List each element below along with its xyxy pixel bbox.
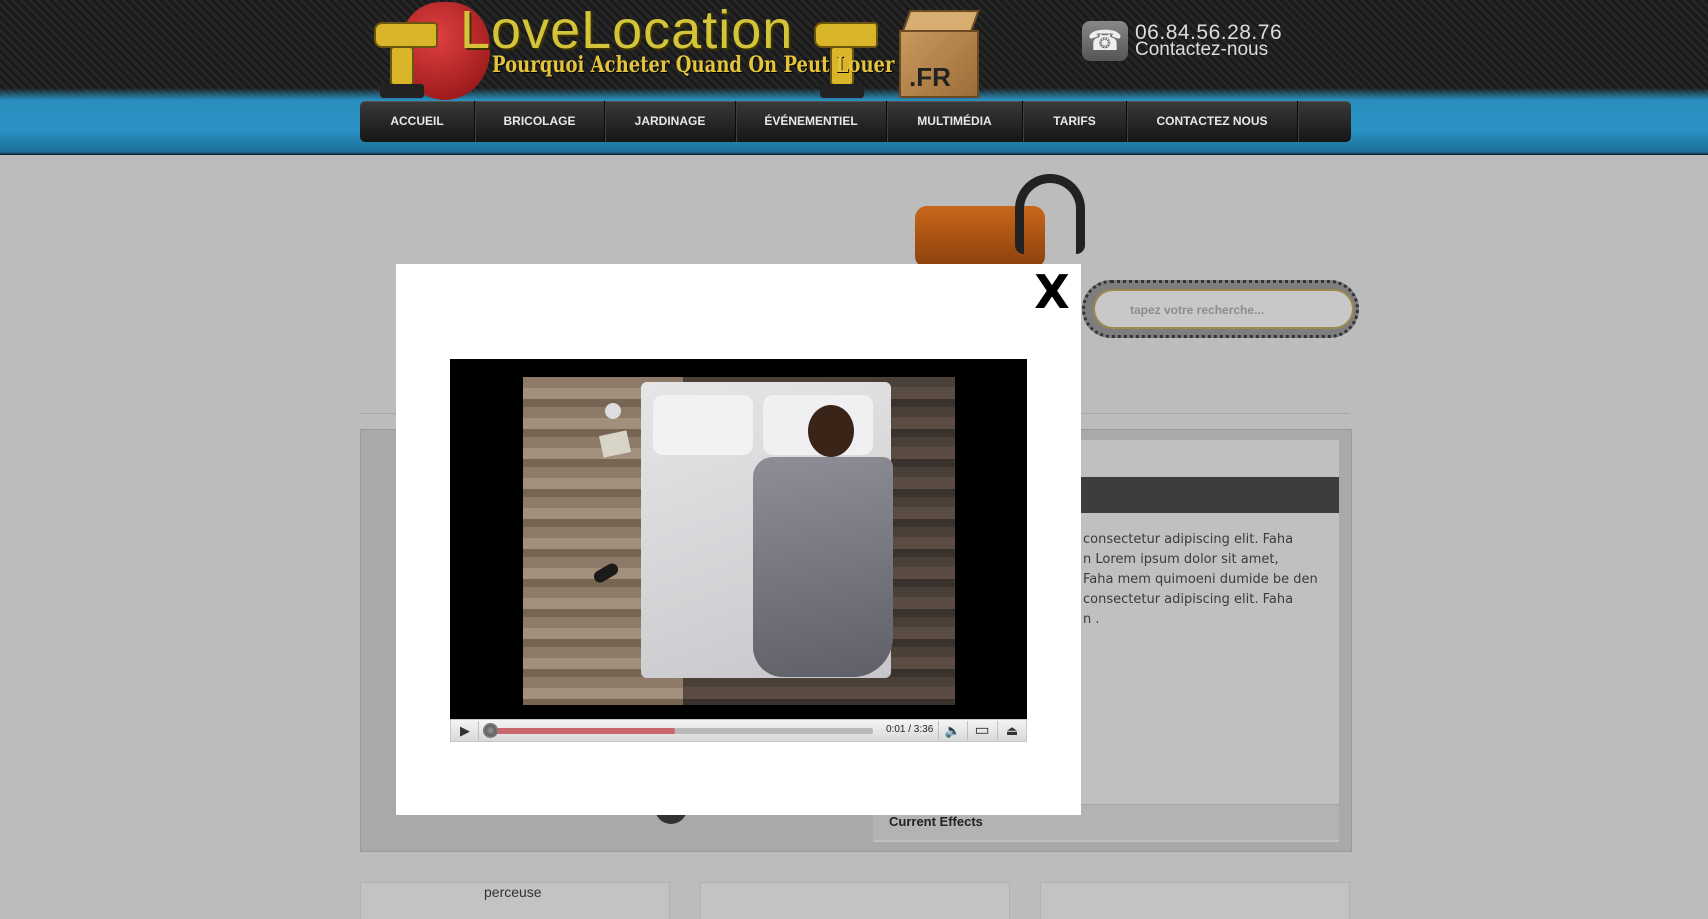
nav-item-bricolage[interactable]: BRICOLAGE [475,101,605,142]
nav-item-contactez-nous[interactable]: CONTACTEZ NOUS [1127,101,1298,142]
video-frame [523,377,955,705]
text-line: n . [1083,612,1100,627]
text-line: consectetur adipiscing elit. Faha [1083,592,1294,607]
control-separator [938,721,939,740]
product-card-label: perceuse [484,884,542,900]
text-line: n Lorem ipsum dolor sit amet, [1083,552,1279,567]
control-separator [997,721,998,740]
logo-tld: .FR [909,62,951,92]
contact-link[interactable]: Contactez-nous [1135,40,1268,60]
play-icon[interactable]: ▶ [454,720,476,741]
control-separator [967,721,968,740]
main-nav: ACCUEIL BRICOLAGE JARDINAGE ÉVÉNEMENTIEL… [360,101,1351,142]
nav-item-evenementiel[interactable]: ÉVÉNEMENTIEL [736,101,887,142]
volume-icon[interactable]: 🔈 [941,720,965,741]
text-line: Faha mem quimoeni dumide be den [1083,572,1318,587]
control-separator [478,721,479,740]
nav-item-accueil[interactable]: ACCUEIL [360,101,475,142]
chainsaw-icon [905,170,1120,270]
nav-item-tarifs[interactable]: TARIFS [1023,101,1127,142]
progress-loaded [484,728,675,734]
search-input[interactable] [1130,300,1330,320]
nav-item-multimedia[interactable]: MULTIMÉDIA [887,101,1023,142]
effects-label: Current Effects [889,814,983,829]
product-card[interactable] [1040,882,1350,919]
drill-left-icon [370,16,442,98]
cardboard-box-icon: .FR [895,8,983,98]
site-logo[interactable]: LoveLocation Pourquoi Acheter Quand On P… [370,2,990,100]
logo-subtitle: Pourquoi Acheter Quand On Peut Louer [492,52,895,78]
player-size-icon[interactable]: ▭ [970,720,994,741]
info-card-text: consectetur adipiscing elit. Faha n Lore… [1083,530,1328,630]
progress-handle[interactable] [483,723,498,738]
time-display: 0:01 / 3:36 [886,724,934,735]
nav-item-jardinage[interactable]: JARDINAGE [605,101,736,142]
product-card[interactable] [700,882,1010,919]
logo-title: LoveLocation [460,0,794,60]
eject-icon[interactable]: ⏏ [1000,720,1024,741]
close-icon[interactable]: X [1031,269,1073,315]
text-line: consectetur adipiscing elit. Faha [1083,532,1294,547]
phone-icon: ☎ [1082,21,1128,61]
video-player[interactable] [450,359,1027,719]
